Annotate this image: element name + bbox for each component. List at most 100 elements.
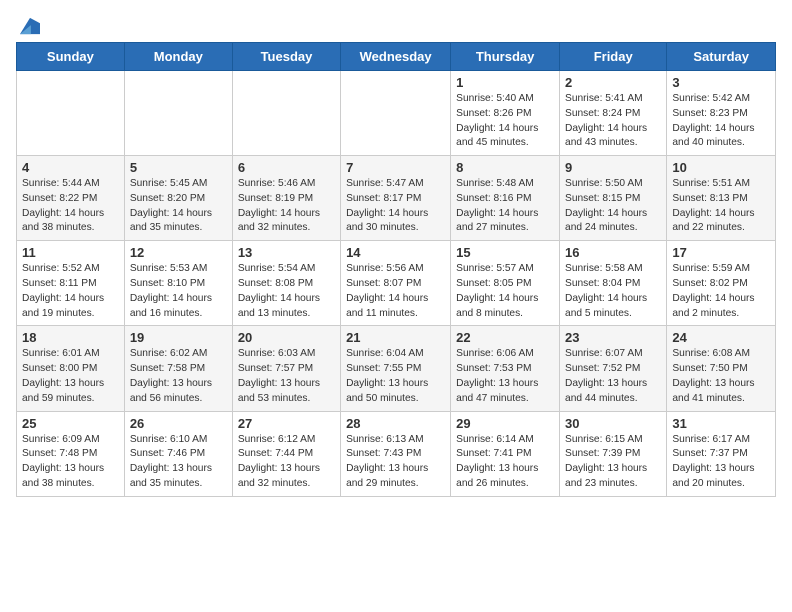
calendar-cell: 14 Sunrise: 5:56 AM Sunset: 8:07 PM Dayli…	[341, 241, 451, 326]
day-number: 1	[456, 75, 554, 90]
day-info: Sunrise: 5:50 AM Sunset: 8:15 PM Dayligh…	[565, 177, 661, 236]
calendar-week-row: 18Sunrise: 6:01 AM Sunset: 8:00 PM Dayli…	[17, 326, 776, 411]
calendar-cell	[232, 71, 340, 156]
day-number: 18	[22, 330, 119, 345]
calendar-week-row: 4 Sunrise: 5:44 AM Sunset: 8:22 PM Daylig…	[17, 156, 776, 241]
day-number: 14	[346, 245, 445, 260]
day-number: 4	[22, 160, 119, 175]
calendar-cell: 11 Sunrise: 5:52 AM Sunset: 8:11 PM Dayli…	[17, 241, 125, 326]
day-number: 19	[130, 330, 227, 345]
calendar-week-row: 25 Sunrise: 6:09 AM Sunset: 7:48 PM Dayli…	[17, 411, 776, 496]
day-info: Sunrise: 5:44 AM Sunset: 8:22 PM Dayligh…	[22, 177, 119, 236]
calendar-cell: 4 Sunrise: 5:44 AM Sunset: 8:22 PM Daylig…	[17, 156, 125, 241]
calendar-cell: 5 Sunrise: 5:45 AM Sunset: 8:20 PM Daylig…	[124, 156, 232, 241]
day-info: Sunrise: 5:56 AM Sunset: 8:07 PM Dayligh…	[346, 262, 445, 321]
calendar-cell: 10 Sunrise: 5:51 AM Sunset: 8:13 PM Dayli…	[667, 156, 776, 241]
day-number: 23	[565, 330, 661, 345]
day-info: Sunrise: 6:04 AM Sunset: 7:55 PM Dayligh…	[346, 347, 445, 406]
day-info: Sunrise: 6:09 AM Sunset: 7:48 PM Dayligh…	[22, 433, 119, 492]
calendar-cell: 2Sunrise: 5:41 AM Sunset: 8:24 PM Daylig…	[560, 71, 667, 156]
day-info: Sunrise: 5:58 AM Sunset: 8:04 PM Dayligh…	[565, 262, 661, 321]
calendar-cell: 8 Sunrise: 5:48 AM Sunset: 8:16 PM Daylig…	[451, 156, 560, 241]
header	[16, 16, 776, 32]
calendar-cell	[17, 71, 125, 156]
day-number: 8	[456, 160, 554, 175]
calendar-cell: 12 Sunrise: 5:53 AM Sunset: 8:10 PM Dayli…	[124, 241, 232, 326]
day-info: Sunrise: 6:08 AM Sunset: 7:50 PM Dayligh…	[672, 347, 770, 406]
day-number: 27	[238, 416, 335, 431]
calendar-day-header: Tuesday	[232, 43, 340, 71]
calendar-cell: 19 Sunrise: 6:02 AM Sunset: 7:58 PM Dayli…	[124, 326, 232, 411]
calendar-cell: 21Sunrise: 6:04 AM Sunset: 7:55 PM Dayli…	[341, 326, 451, 411]
day-number: 15	[456, 245, 554, 260]
calendar-cell: 25 Sunrise: 6:09 AM Sunset: 7:48 PM Dayli…	[17, 411, 125, 496]
day-number: 20	[238, 330, 335, 345]
calendar-day-header: Wednesday	[341, 43, 451, 71]
day-info: Sunrise: 5:51 AM Sunset: 8:13 PM Dayligh…	[672, 177, 770, 236]
calendar-day-header: Saturday	[667, 43, 776, 71]
day-number: 5	[130, 160, 227, 175]
logo	[16, 16, 40, 32]
day-number: 3	[672, 75, 770, 90]
day-number: 17	[672, 245, 770, 260]
day-info: Sunrise: 6:13 AM Sunset: 7:43 PM Dayligh…	[346, 433, 445, 492]
calendar-cell: 22Sunrise: 6:06 AM Sunset: 7:53 PM Dayli…	[451, 326, 560, 411]
day-info: Sunrise: 5:54 AM Sunset: 8:08 PM Dayligh…	[238, 262, 335, 321]
calendar-cell: 16 Sunrise: 5:58 AM Sunset: 8:04 PM Dayli…	[560, 241, 667, 326]
day-info: Sunrise: 6:03 AM Sunset: 7:57 PM Dayligh…	[238, 347, 335, 406]
calendar-cell: 7 Sunrise: 5:47 AM Sunset: 8:17 PM Daylig…	[341, 156, 451, 241]
calendar-cell: 29 Sunrise: 6:14 AM Sunset: 7:41 PM Dayli…	[451, 411, 560, 496]
calendar-cell	[124, 71, 232, 156]
day-info: Sunrise: 6:14 AM Sunset: 7:41 PM Dayligh…	[456, 433, 554, 492]
calendar-cell: 26Sunrise: 6:10 AM Sunset: 7:46 PM Dayli…	[124, 411, 232, 496]
day-info: Sunrise: 5:52 AM Sunset: 8:11 PM Dayligh…	[22, 262, 119, 321]
logo-icon	[20, 16, 40, 36]
calendar-cell: 17Sunrise: 5:59 AM Sunset: 8:02 PM Dayli…	[667, 241, 776, 326]
calendar-cell: 20 Sunrise: 6:03 AM Sunset: 7:57 PM Dayli…	[232, 326, 340, 411]
logo-text	[16, 16, 40, 36]
day-info: Sunrise: 5:46 AM Sunset: 8:19 PM Dayligh…	[238, 177, 335, 236]
calendar-cell: 30Sunrise: 6:15 AM Sunset: 7:39 PM Dayli…	[560, 411, 667, 496]
day-number: 31	[672, 416, 770, 431]
calendar-week-row: 11 Sunrise: 5:52 AM Sunset: 8:11 PM Dayli…	[17, 241, 776, 326]
day-number: 12	[130, 245, 227, 260]
calendar-day-header: Sunday	[17, 43, 125, 71]
day-info: Sunrise: 6:07 AM Sunset: 7:52 PM Dayligh…	[565, 347, 661, 406]
day-info: Sunrise: 6:10 AM Sunset: 7:46 PM Dayligh…	[130, 433, 227, 492]
calendar-header-row: SundayMondayTuesdayWednesdayThursdayFrid…	[17, 43, 776, 71]
day-number: 13	[238, 245, 335, 260]
calendar-cell: 28 Sunrise: 6:13 AM Sunset: 7:43 PM Dayli…	[341, 411, 451, 496]
calendar-table: SundayMondayTuesdayWednesdayThursdayFrid…	[16, 42, 776, 497]
calendar-cell: 9Sunrise: 5:50 AM Sunset: 8:15 PM Daylig…	[560, 156, 667, 241]
day-number: 22	[456, 330, 554, 345]
day-number: 28	[346, 416, 445, 431]
calendar-cell: 23 Sunrise: 6:07 AM Sunset: 7:52 PM Dayli…	[560, 326, 667, 411]
calendar-cell: 24Sunrise: 6:08 AM Sunset: 7:50 PM Dayli…	[667, 326, 776, 411]
calendar-cell: 3 Sunrise: 5:42 AM Sunset: 8:23 PM Daylig…	[667, 71, 776, 156]
calendar-day-header: Friday	[560, 43, 667, 71]
calendar-cell	[341, 71, 451, 156]
day-number: 7	[346, 160, 445, 175]
day-info: Sunrise: 5:47 AM Sunset: 8:17 PM Dayligh…	[346, 177, 445, 236]
calendar-cell: 27Sunrise: 6:12 AM Sunset: 7:44 PM Dayli…	[232, 411, 340, 496]
day-info: Sunrise: 5:53 AM Sunset: 8:10 PM Dayligh…	[130, 262, 227, 321]
day-number: 10	[672, 160, 770, 175]
day-info: Sunrise: 5:45 AM Sunset: 8:20 PM Dayligh…	[130, 177, 227, 236]
calendar-day-header: Thursday	[451, 43, 560, 71]
day-info: Sunrise: 5:57 AM Sunset: 8:05 PM Dayligh…	[456, 262, 554, 321]
day-number: 6	[238, 160, 335, 175]
day-info: Sunrise: 5:48 AM Sunset: 8:16 PM Dayligh…	[456, 177, 554, 236]
day-number: 29	[456, 416, 554, 431]
calendar-cell: 31 Sunrise: 6:17 AM Sunset: 7:37 PM Dayli…	[667, 411, 776, 496]
day-number: 16	[565, 245, 661, 260]
day-info: Sunrise: 5:40 AM Sunset: 8:26 PM Dayligh…	[456, 92, 554, 151]
day-info: Sunrise: 6:15 AM Sunset: 7:39 PM Dayligh…	[565, 433, 661, 492]
day-number: 11	[22, 245, 119, 260]
day-info: Sunrise: 6:17 AM Sunset: 7:37 PM Dayligh…	[672, 433, 770, 492]
day-info: Sunrise: 6:02 AM Sunset: 7:58 PM Dayligh…	[130, 347, 227, 406]
calendar-day-header: Monday	[124, 43, 232, 71]
day-number: 25	[22, 416, 119, 431]
day-info: Sunrise: 5:42 AM Sunset: 8:23 PM Dayligh…	[672, 92, 770, 151]
page: SundayMondayTuesdayWednesdayThursdayFrid…	[0, 0, 792, 509]
calendar-week-row: 1 Sunrise: 5:40 AM Sunset: 8:26 PM Daylig…	[17, 71, 776, 156]
